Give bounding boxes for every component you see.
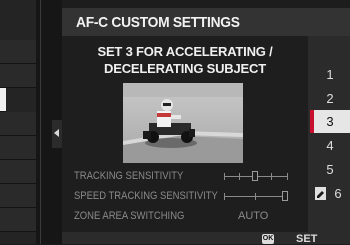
slider-track (224, 196, 288, 197)
dialog-title: AF-C CUSTOM SETTINGS (76, 14, 240, 31)
slider-tick (271, 173, 272, 180)
speed-tracking-sensitivity-label: SPEED TRACKING SENSITIVITY (74, 190, 218, 202)
set-item-6-label: 6 (334, 186, 342, 201)
zone-area-switching-label: ZONE AREA SWITCHING (74, 210, 185, 222)
set-item-5[interactable]: 5 (310, 158, 350, 181)
background-divider (40, 0, 41, 244)
example-photo-go-kart (123, 83, 243, 163)
set-item-4[interactable]: 4 (310, 134, 350, 157)
set-action-label: SET (296, 233, 318, 245)
tracking-sensitivity-slider[interactable] (224, 171, 288, 183)
background-menu-row (0, 208, 36, 232)
background-menu-selected-row (0, 88, 6, 112)
background-menu-row (0, 184, 36, 208)
background-menu-row (0, 136, 36, 160)
background-menu-row (0, 160, 36, 184)
set-item-2[interactable]: 2 (310, 87, 350, 110)
custom-edit-icon (315, 187, 326, 200)
background-menu-row (0, 64, 36, 88)
set-description-line1: SET 3 FOR ACCELERATING / (97, 44, 273, 59)
chevron-left-icon[interactable] (54, 129, 59, 137)
ok-button-icon[interactable]: OK (262, 234, 274, 244)
background-menu-row (0, 40, 36, 64)
slider-knob[interactable] (252, 171, 258, 181)
slider-tick (224, 193, 225, 200)
slider-tick (224, 173, 225, 180)
set-item-3[interactable]: 3 (310, 110, 350, 133)
background-menu (0, 0, 36, 244)
set-description-line2: DECELERATING SUBJECT (104, 61, 266, 76)
slider-knob[interactable] (282, 191, 288, 201)
speed-tracking-sensitivity-slider[interactable] (224, 191, 288, 203)
slider-tick (239, 173, 240, 180)
slider-tick (287, 173, 288, 180)
tracking-sensitivity-label: TRACKING SENSITIVITY (74, 170, 184, 182)
selection-indicator (310, 110, 314, 133)
slider-tick (255, 193, 256, 200)
set-item-1[interactable]: 1 (310, 63, 350, 86)
background-menu-row (0, 112, 36, 136)
zone-area-switching-value[interactable]: AUTO (238, 210, 268, 222)
